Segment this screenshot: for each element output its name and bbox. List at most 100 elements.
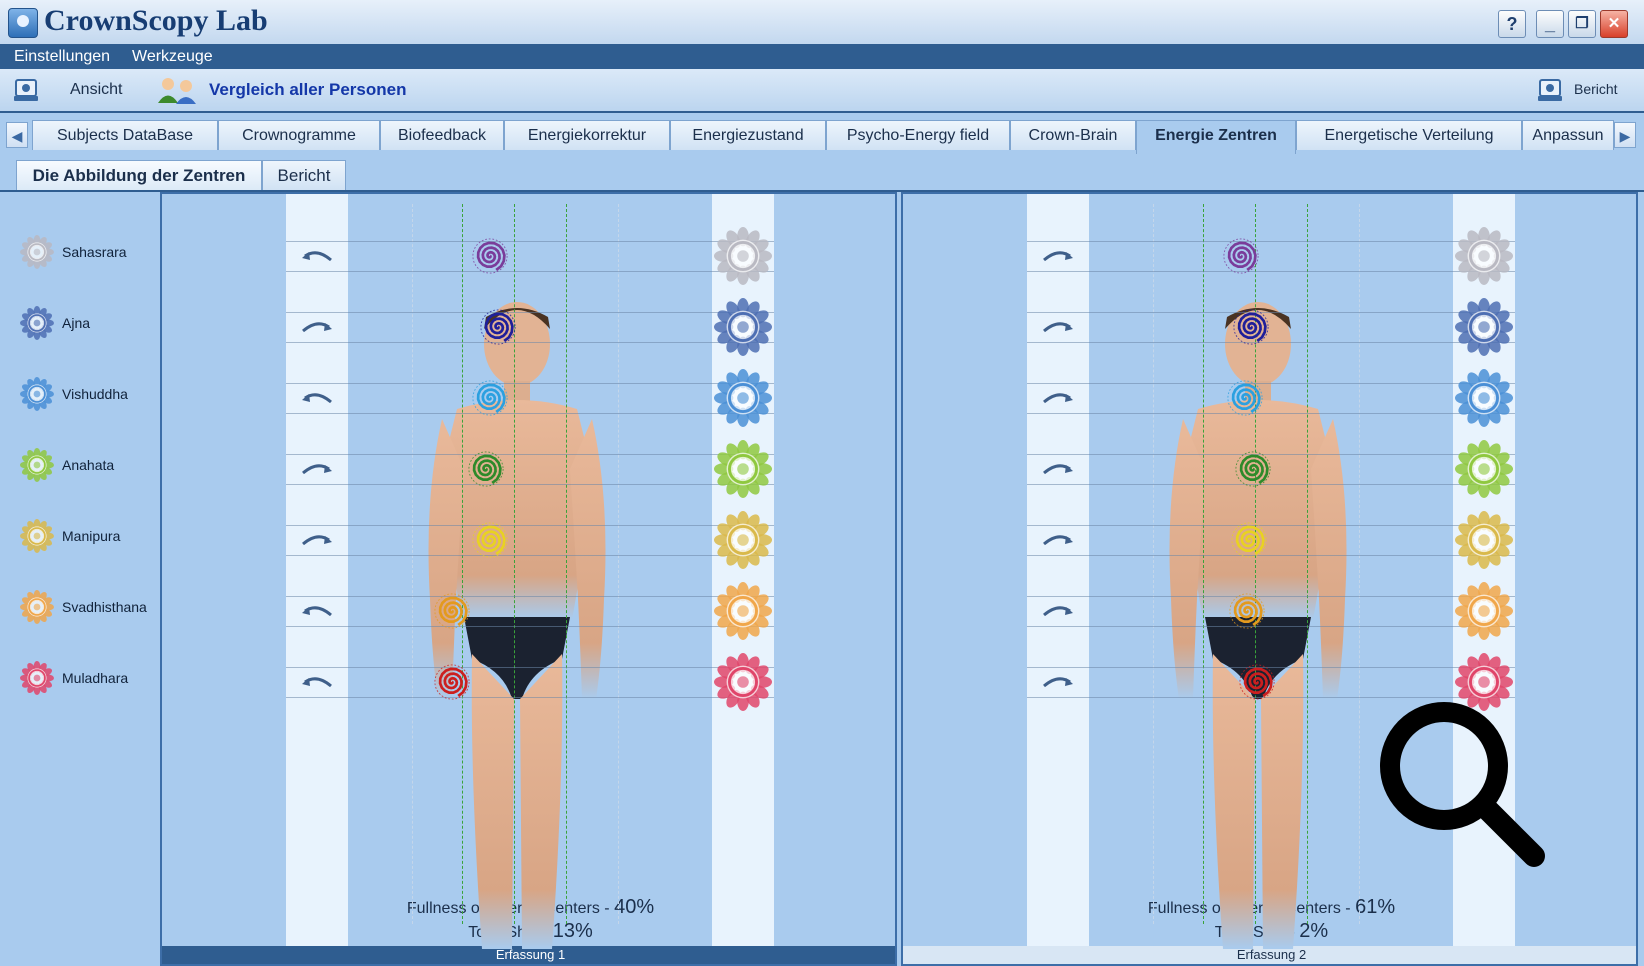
row-line <box>1027 555 1515 556</box>
restore-button[interactable]: ❐ <box>1568 10 1596 38</box>
row-line <box>286 342 774 343</box>
sahasrara-chakra-icon <box>20 235 54 269</box>
tab-crown-brain[interactable]: Crown-Brain <box>1010 120 1136 150</box>
vishuddha-energy-spiral-icon[interactable] <box>472 380 508 416</box>
sahasrara-energy-spiral-icon[interactable] <box>1223 238 1259 274</box>
ajna-chakra-icon <box>1455 298 1513 356</box>
clockwise-rotation-icon <box>1043 464 1073 475</box>
legend-label: Muladhara <box>62 670 129 686</box>
row-line <box>1027 525 1515 526</box>
sahasrara-chakra-icon <box>1455 227 1513 285</box>
anahata-chakra-icon <box>20 448 54 482</box>
muladhara-energy-spiral-icon[interactable] <box>1239 664 1275 700</box>
vishuddha-chakra-icon <box>714 369 772 427</box>
rotation-column <box>286 194 348 954</box>
muladhara-energy-spiral-icon[interactable] <box>434 664 470 700</box>
tab-energie-zentren[interactable]: Energie Zentren <box>1136 120 1296 154</box>
clockwise-rotation-icon <box>1043 606 1073 617</box>
svadhisthana-energy-spiral-icon[interactable] <box>434 593 470 629</box>
svadhisthana-energy-spiral-icon[interactable] <box>1229 593 1265 629</box>
row-line <box>286 312 774 313</box>
legend-label: Svadhisthana <box>62 599 147 615</box>
svadhisthana-chakra-icon <box>1455 582 1513 640</box>
row-line <box>1027 596 1515 597</box>
row-line <box>1027 312 1515 313</box>
legend-label: Anahata <box>62 457 115 473</box>
subtab-abbildung-der-zentren[interactable]: Die Abbildung der Zentren <box>16 160 262 190</box>
main-tabs: ◀ Subjects DataBase Crownogramme Biofeed… <box>0 118 1644 154</box>
compare-all-persons-button[interactable]: Vergleich aller Personen <box>209 80 406 100</box>
row-line <box>1027 271 1515 272</box>
manipura-energy-spiral-icon[interactable] <box>472 522 508 558</box>
row-line <box>286 596 774 597</box>
tab-psycho-energy-field[interactable]: Psycho-Energy field <box>826 120 1010 150</box>
menu-bar: Einstellungen Werkzeuge <box>0 44 1644 69</box>
row-line <box>286 454 774 455</box>
counterclockwise-rotation-icon <box>302 393 332 404</box>
row-line <box>286 271 774 272</box>
muladhara-chakra-icon <box>20 661 54 695</box>
clockwise-rotation-icon <box>302 535 332 546</box>
ajna-energy-spiral-icon[interactable] <box>1233 309 1269 345</box>
app-logo-icon <box>8 8 38 38</box>
tab-biofeedback[interactable]: Biofeedback <box>380 120 504 150</box>
anahata-chakra-icon <box>714 440 772 498</box>
tab-subjects-database[interactable]: Subjects DataBase <box>32 120 218 150</box>
clockwise-rotation-icon <box>1043 535 1073 546</box>
counterclockwise-rotation-icon <box>302 677 332 688</box>
row-line <box>1027 454 1515 455</box>
tabs-scroll-right-icon[interactable]: ▶ <box>1614 122 1636 148</box>
manipura-chakra-icon <box>1455 511 1513 569</box>
counterclockwise-rotation-icon <box>302 251 332 262</box>
sahasrara-energy-spiral-icon[interactable] <box>472 238 508 274</box>
minimize-button[interactable]: _ <box>1536 10 1564 38</box>
zoom-magnifier-icon[interactable] <box>1376 698 1556 878</box>
close-button[interactable]: ✕ <box>1600 10 1628 38</box>
menu-werkzeuge[interactable]: Werkzeuge <box>132 48 213 66</box>
counterclockwise-rotation-icon <box>302 606 332 617</box>
tab-anpassung[interactable]: Anpassun <box>1522 120 1614 150</box>
report-button[interactable]: Bericht <box>1574 81 1618 97</box>
row-line <box>286 484 774 485</box>
row-line <box>286 667 774 668</box>
persons-compare-icon[interactable] <box>156 76 202 104</box>
row-line <box>1027 383 1515 384</box>
vishuddha-chakra-icon <box>1455 369 1513 427</box>
manipura-chakra-icon <box>20 519 54 553</box>
manipura-energy-spiral-icon[interactable] <box>1231 522 1267 558</box>
anahata-energy-spiral-icon[interactable] <box>468 451 504 487</box>
row-line <box>1027 342 1515 343</box>
app-title: CrownScopy Lab <box>44 4 268 37</box>
view-button[interactable]: Ansicht <box>70 81 122 99</box>
help-button[interactable]: ? <box>1498 10 1526 38</box>
anahata-chakra-icon <box>1455 440 1513 498</box>
tabs-scroll-left-icon[interactable]: ◀ <box>6 122 28 148</box>
clockwise-rotation-icon <box>302 464 332 475</box>
clockwise-rotation-icon <box>1043 393 1073 404</box>
ajna-chakra-icon <box>20 306 54 340</box>
toolbar: Ansicht Vergleich aller Personen Bericht <box>0 69 1644 113</box>
row-line <box>286 383 774 384</box>
svadhisthana-chakra-icon <box>714 582 772 640</box>
row-line <box>286 241 774 242</box>
tab-crownogramme[interactable]: Crownogramme <box>218 120 380 150</box>
subtab-bericht[interactable]: Bericht <box>262 160 346 190</box>
rotation-column <box>1027 194 1089 954</box>
view-icon[interactable] <box>12 76 40 104</box>
tab-energetische-verteilung[interactable]: Energetische Verteilung <box>1296 120 1522 150</box>
ajna-energy-spiral-icon[interactable] <box>480 309 516 345</box>
vishuddha-energy-spiral-icon[interactable] <box>1227 380 1263 416</box>
tab-energiekorrektur[interactable]: Energiekorrektur <box>504 120 670 150</box>
capture-panel-1: Fullness of Energy Centers - 40% Total S… <box>160 192 897 966</box>
anahata-energy-spiral-icon[interactable] <box>1235 451 1271 487</box>
report-icon[interactable] <box>1536 76 1564 104</box>
row-line <box>286 525 774 526</box>
menu-einstellungen[interactable]: Einstellungen <box>14 48 110 66</box>
title-bar: CrownScopy Lab ? _ ❐ ✕ <box>0 0 1644 45</box>
tab-energiezustand[interactable]: Energiezustand <box>670 120 826 150</box>
ajna-chakra-icon <box>714 298 772 356</box>
content-area: Sahasrara Ajna Vishuddha Anahata Manipura Sva… <box>0 190 1644 966</box>
legend-label: Manipura <box>62 528 121 544</box>
legend-label: Sahasrara <box>62 244 127 260</box>
row-line <box>286 697 774 698</box>
